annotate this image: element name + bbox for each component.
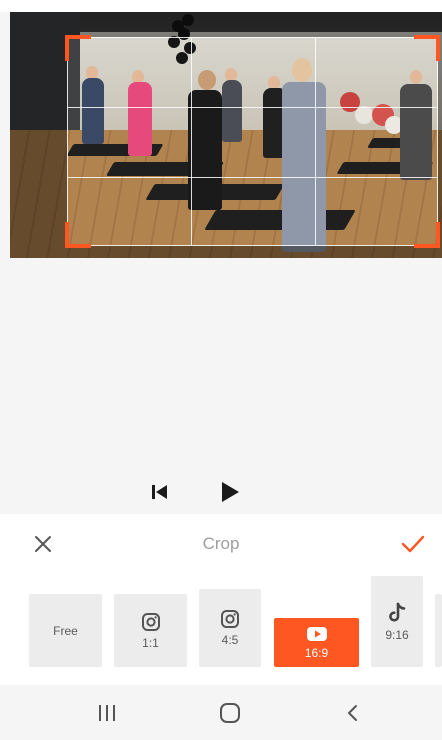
youtube-icon: [306, 626, 327, 641]
instagram-icon: [221, 610, 239, 628]
recents-button[interactable]: [92, 699, 122, 727]
crop-grid-line: [68, 177, 437, 178]
ratio-option-free[interactable]: Free: [29, 594, 102, 667]
ratio-label: 4:5: [221, 633, 239, 647]
confirm-button[interactable]: [398, 529, 428, 559]
ratio-label: 16:9: [304, 645, 329, 660]
crop-frame[interactable]: [67, 37, 438, 246]
crop-grid-line: [191, 38, 192, 245]
status-bar: [0, 0, 442, 12]
crop-shade-left: [10, 12, 67, 258]
ratio-label: Free: [53, 623, 78, 638]
ratio-label: 1:1: [142, 635, 159, 650]
check-icon: [401, 535, 425, 553]
ratio-option-4-5[interactable]: 4:5: [199, 589, 261, 667]
system-nav-bar: [0, 685, 442, 740]
play-icon: [222, 482, 239, 502]
tiktok-icon: [389, 602, 406, 622]
back-button[interactable]: [338, 699, 368, 727]
skip-previous-button[interactable]: [146, 478, 174, 506]
ratio-option-9-16[interactable]: 9:16: [371, 576, 423, 667]
crop-shade-top: [67, 12, 438, 37]
crop-handle-top-left[interactable]: [65, 35, 91, 61]
ratio-option-partial[interactable]: [435, 594, 442, 667]
playback-controls: [0, 470, 442, 514]
home-icon: [220, 703, 240, 723]
video-preview[interactable]: [10, 12, 442, 258]
crop-panel: Crop Free 1:1 4:5 16:9 9:16: [0, 514, 442, 685]
recents-icon: [99, 705, 115, 721]
crop-shade-bottom: [67, 246, 438, 258]
crop-handle-bottom-right[interactable]: [414, 222, 440, 248]
instagram-icon: [141, 612, 160, 631]
skip-previous-icon: [152, 485, 167, 499]
crop-grid-line: [315, 38, 316, 245]
ratio-option-1-1[interactable]: 1:1: [114, 594, 187, 667]
crop-grid-line: [68, 107, 437, 108]
ratio-option-16-9[interactable]: 16:9: [274, 618, 359, 667]
home-button[interactable]: [215, 699, 245, 727]
crop-handle-bottom-left[interactable]: [65, 222, 91, 248]
back-icon: [348, 705, 357, 721]
play-button[interactable]: [216, 478, 244, 506]
crop-panel-header: Crop: [0, 514, 442, 572]
ratio-label: 9:16: [385, 627, 409, 642]
crop-handle-top-right[interactable]: [414, 35, 440, 61]
panel-title: Crop: [202, 534, 240, 553]
